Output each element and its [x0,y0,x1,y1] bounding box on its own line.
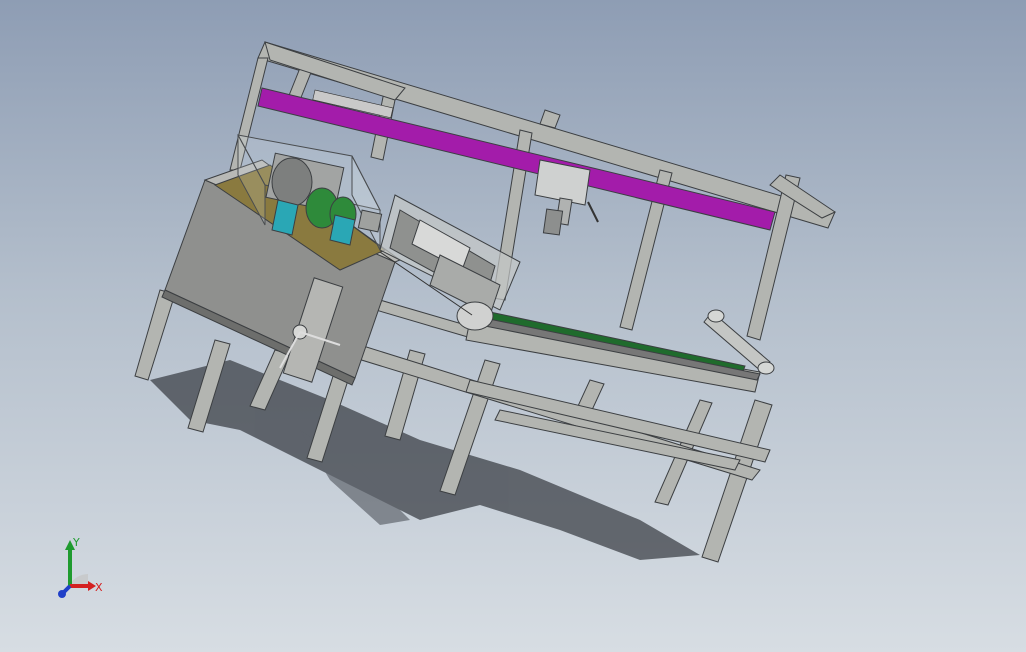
y-axis-label: Y [72,536,80,549]
conveyor [465,309,775,393]
coordinate-triad: Y X [50,530,110,602]
x-axis-label: X [95,581,103,594]
z-axis-head [58,590,66,598]
drill-head [534,159,599,236]
cad-viewport[interactable]: Y X [0,0,1026,652]
cad-model-scene [134,41,837,563]
ground-shadow [150,360,700,560]
triad-plane-shading [70,574,88,584]
